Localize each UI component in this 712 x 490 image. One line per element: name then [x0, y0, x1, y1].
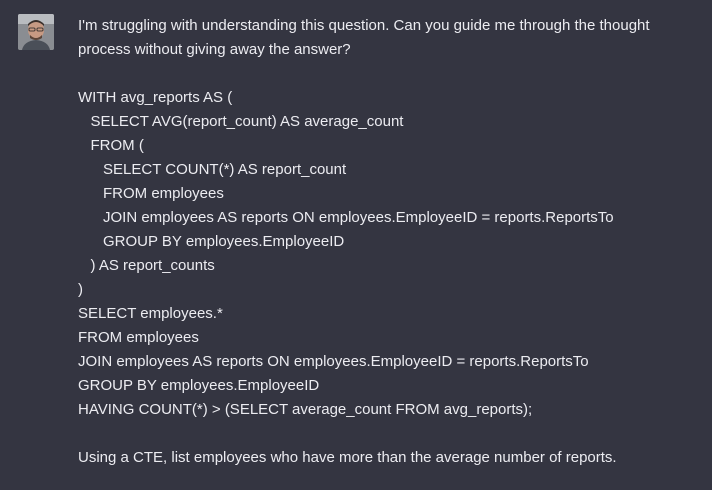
intro-line: I'm struggling with understanding this q… [78, 17, 650, 34]
code-line: SELECT AVG(report_count) AS average_coun… [78, 113, 404, 130]
code-line: SELECT COUNT(*) AS report_count [78, 161, 347, 178]
code-line: GROUP BY employees.EmployeeID [78, 233, 345, 250]
user-avatar-icon [18, 14, 54, 50]
code-line: ) AS report_counts [78, 257, 215, 274]
intro-line: process without giving away the answer? [78, 41, 351, 58]
closing-line: Using a CTE, list employees who have mor… [78, 449, 617, 466]
code-line: WITH avg_reports AS ( [78, 89, 233, 106]
code-line: JOIN employees AS reports ON employees.E… [78, 353, 589, 370]
code-line: FROM ( [78, 137, 144, 154]
code-line: JOIN employees AS reports ON employees.E… [78, 209, 614, 226]
code-line: GROUP BY employees.EmployeeID [78, 377, 320, 394]
message-content: I'm struggling with understanding this q… [78, 14, 702, 470]
code-line: FROM employees [78, 329, 199, 346]
code-line: HAVING COUNT(*) > (SELECT average_count … [78, 401, 533, 418]
code-line: ) [78, 281, 83, 298]
code-line: SELECT employees.* [78, 305, 223, 322]
user-message: I'm struggling with understanding this q… [0, 0, 712, 490]
code-line: FROM employees [78, 185, 224, 202]
